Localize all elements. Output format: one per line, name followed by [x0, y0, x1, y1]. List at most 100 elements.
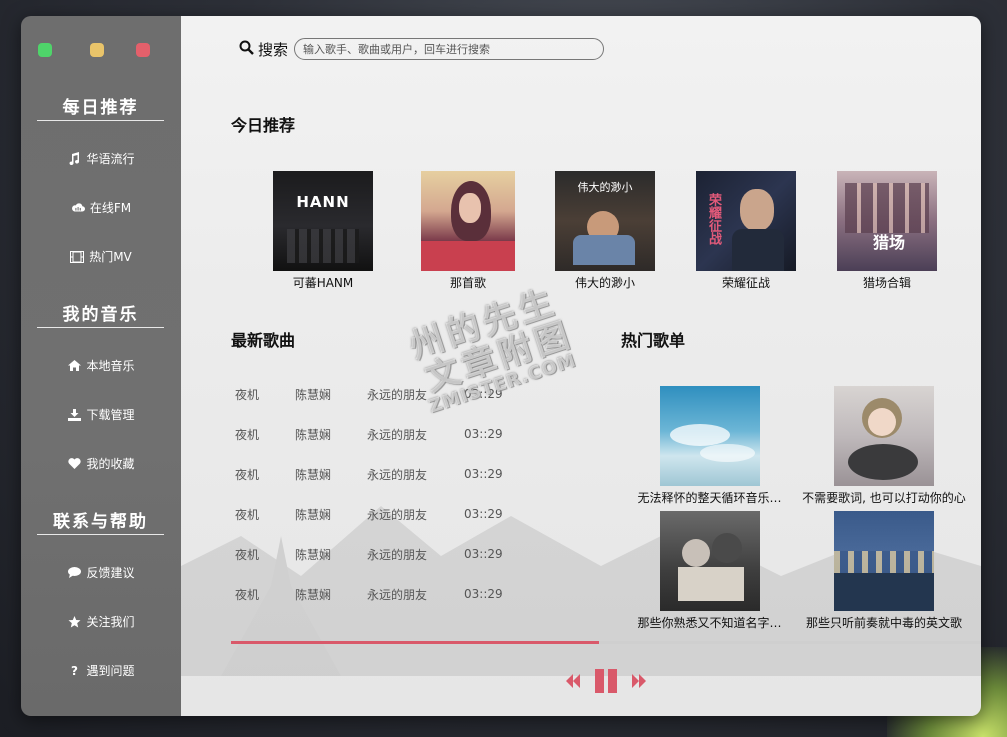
song-duration: 03::29 — [464, 587, 503, 601]
album-card[interactable]: HANN 可蕃HANM — [273, 171, 373, 291]
song-row[interactable]: 夜机 陈慧娴 永远的朋友 03::29 — [235, 504, 535, 524]
song-artist: 陈慧娴 — [295, 587, 332, 602]
film-icon — [70, 250, 85, 264]
sidebar-item-local-music[interactable]: 本地音乐 — [21, 357, 181, 374]
sidebar-item-favorites[interactable]: 我的收藏 — [21, 455, 181, 472]
song-duration: 03::29 — [464, 467, 503, 481]
song-album: 永远的朋友 — [367, 587, 428, 602]
album-card[interactable]: 伟大的渺小 伟大的渺小 — [555, 171, 655, 291]
song-row[interactable]: 夜机 陈慧娴 永远的朋友 03::29 — [235, 424, 535, 444]
playlist-cover — [659, 511, 760, 611]
album-card[interactable]: 荣耀征战 荣耀征战 — [696, 171, 796, 291]
playlist-cover — [834, 386, 934, 486]
song-row[interactable]: 夜机 陈慧娴 永远的朋友 03::29 — [235, 584, 535, 604]
song-artist: 陈慧娴 — [295, 507, 332, 522]
download-icon — [67, 408, 81, 422]
section-title-daily: 每日推荐 — [37, 93, 164, 121]
playlist-cover — [834, 511, 934, 611]
song-duration: 03::29 — [464, 547, 503, 561]
song-artist: 陈慧娴 — [295, 387, 332, 402]
song-title: 夜机 — [235, 427, 260, 442]
search-label-text: 搜索 — [258, 40, 289, 59]
song-title: 夜机 — [235, 387, 260, 402]
watermark-line: 州的先生 — [404, 281, 562, 367]
playback-progress-fill — [231, 641, 599, 644]
sidebar-item-hot-mv[interactable]: 热门MV — [21, 248, 181, 265]
album-cover-text: 荣耀征战 — [706, 193, 721, 245]
sidebar-item-help[interactable]: ? 遇到问题 — [21, 662, 181, 679]
song-album: 永远的朋友 — [367, 507, 428, 522]
album-cover-text: HANN — [296, 193, 350, 211]
pause-button[interactable] — [595, 669, 617, 693]
sidebar-item-mandopop[interactable]: 华语流行 — [21, 150, 181, 167]
heart-icon — [67, 457, 81, 471]
sidebar-item-label: 下载管理 — [86, 408, 135, 422]
album-cover: 荣耀征战 — [696, 171, 796, 271]
song-duration: 03::29 — [464, 507, 503, 521]
album-cover: 伟大的渺小 — [555, 171, 655, 271]
song-artist: 陈慧娴 — [295, 547, 332, 562]
window-minimize-button[interactable] — [90, 43, 104, 57]
home-icon — [67, 359, 81, 373]
sidebar: 每日推荐 华语流行 在线FM 热门MV 我的音乐 本地音乐 下载管理 我的收藏 … — [21, 16, 181, 716]
app-window: 每日推荐 华语流行 在线FM 热门MV 我的音乐 本地音乐 下载管理 我的收藏 … — [21, 16, 981, 716]
album-cover-text: 伟大的渺小 — [577, 181, 633, 194]
song-duration: 03::29 — [464, 427, 503, 441]
search-icon — [239, 40, 254, 59]
sidebar-item-label: 我的收藏 — [86, 457, 135, 471]
previous-track-button[interactable] — [565, 674, 581, 688]
album-name: 那首歌 — [449, 276, 486, 290]
playlist-card[interactable]: 那些你熟悉又不知道名字… — [627, 511, 792, 631]
song-title: 夜机 — [235, 547, 260, 562]
section-title-my-music: 我的音乐 — [37, 300, 164, 328]
sidebar-item-follow-us[interactable]: 关注我们 — [21, 613, 181, 630]
song-album: 永远的朋友 — [367, 547, 428, 562]
playlist-card[interactable]: 不需要歌词, 也可以打动你的心 — [798, 386, 970, 506]
window-maximize-button[interactable] — [38, 43, 52, 57]
album-cover-text: 猎场 — [873, 233, 906, 252]
album-card[interactable]: 那首歌 — [418, 171, 518, 291]
song-title: 夜机 — [235, 507, 260, 522]
search-label: 搜索 — [239, 39, 288, 60]
song-artist: 陈慧娴 — [295, 427, 332, 442]
search-bar: 搜索 — [239, 38, 605, 60]
playlist-card[interactable]: 无法释怀的整天循环音乐… — [627, 386, 792, 506]
song-duration: 03::29 — [464, 387, 503, 401]
sidebar-item-label: 在线FM — [89, 201, 132, 215]
forward-icon — [632, 674, 646, 688]
playlist-card[interactable]: 那些只听前奏就中毒的英文歌 — [798, 511, 970, 631]
album-name: 荣耀征战 — [721, 276, 770, 290]
backward-icon — [566, 674, 580, 688]
album-name: 可蕃HANM — [292, 276, 354, 290]
sidebar-item-feedback[interactable]: 反馈建议 — [21, 564, 181, 581]
playlist-name: 那些只听前奏就中毒的英文歌 — [805, 616, 962, 630]
question-icon: ? — [71, 663, 78, 678]
latest-songs-title: 最新歌曲 — [231, 331, 296, 350]
sidebar-item-downloads[interactable]: 下载管理 — [21, 406, 181, 423]
song-row[interactable]: 夜机 陈慧娴 永远的朋友 03::29 — [235, 384, 535, 404]
album-cover: 猎场 — [837, 171, 937, 271]
album-cover — [421, 171, 515, 271]
music-note-icon — [67, 152, 81, 166]
sidebar-item-online-fm[interactable]: 在线FM — [21, 199, 181, 216]
next-track-button[interactable] — [631, 674, 647, 688]
song-album: 永远的朋友 — [367, 387, 428, 402]
sidebar-item-label: 遇到问题 — [86, 664, 135, 678]
search-input[interactable] — [294, 38, 605, 60]
main-content: 搜索 今日推荐 HANN 可蕃HANM 那首歌 伟大的渺小 — [181, 16, 981, 716]
album-cover: HANN — [273, 171, 373, 271]
pause-icon — [595, 669, 617, 693]
album-name: 伟大的渺小 — [574, 276, 635, 290]
cloud-icon — [71, 201, 85, 215]
playback-progress-bar[interactable] — [231, 641, 981, 644]
playlist-cover — [659, 386, 760, 486]
playlist-name: 那些你熟悉又不知道名字… — [637, 616, 782, 630]
window-close-button[interactable] — [136, 43, 150, 57]
song-row[interactable]: 夜机 陈慧娴 永远的朋友 03::29 — [235, 544, 535, 564]
today-recommend-title: 今日推荐 — [231, 116, 296, 135]
song-album: 永远的朋友 — [367, 467, 428, 482]
song-row[interactable]: 夜机 陈慧娴 永远的朋友 03::29 — [235, 464, 535, 484]
player-controls — [565, 669, 647, 693]
album-card[interactable]: 猎场 猎场合辑 — [837, 171, 937, 291]
section-title-contact: 联系与帮助 — [37, 507, 164, 535]
